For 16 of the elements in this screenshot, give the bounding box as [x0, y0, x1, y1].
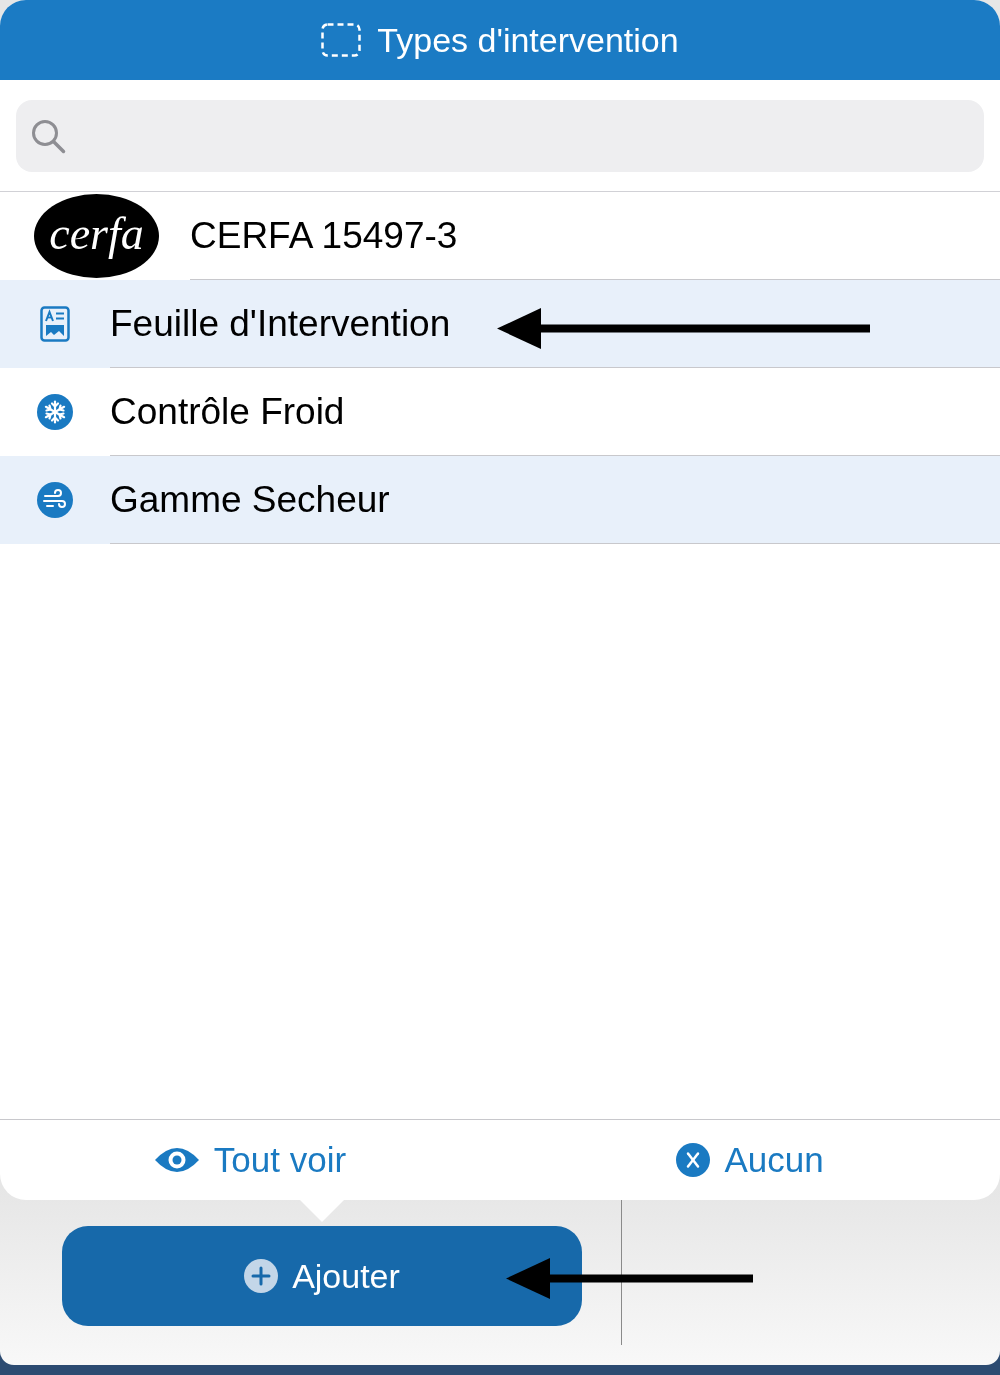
- header-title: Types d'intervention: [377, 20, 679, 60]
- logo: cerfa: [34, 194, 159, 278]
- search-icon: [30, 118, 66, 154]
- list-item[interactable]: Gamme Secheur: [0, 456, 1000, 544]
- footer-action[interactable]: Aucun: [500, 1120, 1000, 1200]
- list-item[interactable]: Feuille d'Intervention: [0, 280, 1000, 368]
- wind-icon: [37, 482, 73, 518]
- plus-icon: [244, 1259, 279, 1293]
- selection-icon: [321, 23, 362, 57]
- add-button[interactable]: Ajouter: [62, 1226, 582, 1326]
- search-field[interactable]: [16, 100, 984, 172]
- snowflake-icon: [37, 394, 73, 430]
- clear-icon: [676, 1143, 711, 1177]
- eye-icon: [153, 1145, 200, 1175]
- document-icon: [40, 306, 70, 342]
- footer-action[interactable]: Tout voir: [0, 1120, 500, 1200]
